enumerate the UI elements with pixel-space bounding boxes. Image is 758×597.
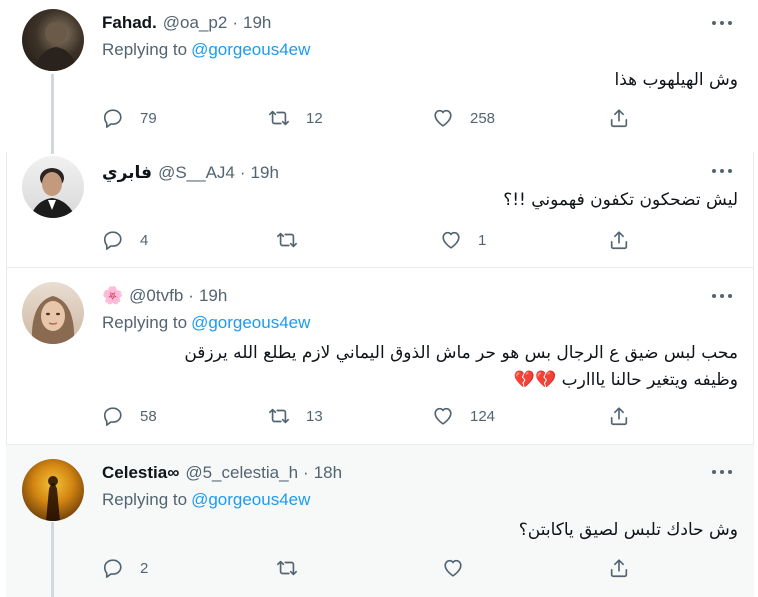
- like-count: 258: [470, 109, 496, 127]
- retweet-icon: [269, 110, 289, 126]
- replying-to-mention[interactable]: @gorgeous4ew: [191, 490, 310, 509]
- retweet-count: 13: [306, 407, 323, 425]
- user-handle[interactable]: @oa_p2: [163, 13, 228, 33]
- more-icon[interactable]: [712, 166, 732, 176]
- tweet-text-line: محب لبس ضيق ع الرجال بس هو حر ماش الذوق …: [184, 343, 738, 363]
- more-icon[interactable]: [712, 467, 732, 477]
- separator-dot: ·: [232, 13, 238, 32]
- reply-icon: [103, 407, 122, 426]
- display-name[interactable]: فابري: [102, 163, 152, 183]
- replying-to-mention[interactable]: @gorgeous4ew: [191, 40, 310, 59]
- replying-to: Replying to @gorgeous4ew: [102, 490, 310, 510]
- heart-icon: [444, 559, 462, 577]
- separator-dot: ·: [188, 286, 194, 305]
- reply-count: 4: [140, 231, 149, 249]
- display-name[interactable]: Fahad.: [102, 13, 157, 33]
- reply-count: 58: [140, 407, 157, 425]
- share-button[interactable]: [608, 556, 630, 580]
- like-button[interactable]: [442, 556, 464, 580]
- retweet-button[interactable]: 12: [268, 106, 323, 130]
- reply-count: 2: [140, 559, 149, 577]
- share-icon: [610, 407, 628, 426]
- tweet-header: 🌸 @0tvfb · 19h: [102, 285, 227, 307]
- avatar-image: [30, 168, 76, 218]
- thread-line: [51, 74, 54, 154]
- timestamp[interactable]: 18h: [314, 463, 342, 483]
- like-button[interactable]: 124: [432, 404, 495, 428]
- tweet-divider: [6, 267, 754, 268]
- share-icon: [610, 109, 628, 128]
- reply-button[interactable]: 4: [102, 228, 148, 252]
- replying-to-mention[interactable]: @gorgeous4ew: [191, 313, 310, 332]
- retweet-icon: [277, 560, 297, 576]
- avatar[interactable]: [22, 282, 84, 344]
- replying-to: Replying to @gorgeous4ew: [102, 40, 310, 60]
- reply-button[interactable]: 2: [102, 556, 148, 580]
- user-handle[interactable]: @5_celestia_h: [185, 463, 298, 483]
- tweet-text: محب لبس ضيق ع الرجال بس هو حر ماش الذوق …: [184, 340, 738, 394]
- separator-dot: ·: [303, 463, 309, 482]
- like-count: 124: [470, 407, 496, 425]
- reply-button[interactable]: 58: [102, 404, 157, 428]
- more-icon[interactable]: [712, 18, 732, 28]
- tweet-text: ليش تضحكون تكفون فهموني !!؟: [503, 187, 738, 214]
- tweet-header: Fahad. @oa_p2 · 19h: [102, 12, 271, 34]
- replying-to-label: Replying to: [102, 313, 188, 332]
- retweet-count: 12: [306, 109, 323, 127]
- timestamp[interactable]: 19h: [243, 13, 271, 33]
- replying-to: Replying to @gorgeous4ew: [102, 313, 310, 333]
- avatar[interactable]: [22, 9, 84, 71]
- retweet-icon: [277, 232, 297, 248]
- retweet-button[interactable]: [276, 556, 298, 580]
- tweet-text-line: وظيفه ويتغير حالنا يااارب 💔💔: [513, 370, 738, 390]
- replying-to-label: Replying to: [102, 40, 188, 59]
- display-name-emoji[interactable]: 🌸: [102, 286, 123, 306]
- separator-dot: ·: [239, 163, 246, 182]
- thread-line: [51, 522, 54, 597]
- tweet-text: وش الهيلهوب هذا: [615, 67, 739, 94]
- avatar[interactable]: [22, 459, 84, 521]
- share-icon: [610, 231, 628, 250]
- reply-icon: [103, 231, 122, 250]
- display-name[interactable]: Celestia∞: [102, 463, 179, 483]
- heart-icon: [442, 231, 460, 249]
- retweet-button[interactable]: [276, 228, 298, 252]
- retweet-icon: [269, 408, 289, 424]
- tweet-text-line: ليش تضحكون تكفون فهموني !!؟: [503, 190, 738, 210]
- retweet-button[interactable]: 13: [268, 404, 323, 428]
- share-button[interactable]: [608, 106, 630, 130]
- tweet-text-line: وش حادك تلبس لصيق ياكابتن؟: [518, 520, 738, 540]
- share-icon: [610, 559, 628, 578]
- like-count: 1: [478, 231, 487, 249]
- heart-icon: [434, 407, 452, 425]
- timestamp[interactable]: 19h: [199, 286, 227, 306]
- replying-to-label: Replying to: [102, 490, 188, 509]
- reply-icon: [103, 559, 122, 578]
- avatar-image: [34, 22, 78, 71]
- tweet-header: Celestia∞ @5_celestia_h · 18h: [102, 462, 342, 484]
- user-handle[interactable]: @S__AJ4: [158, 163, 235, 183]
- reply-icon: [103, 109, 122, 128]
- heart-icon: [434, 109, 452, 127]
- avatar[interactable]: [22, 156, 84, 218]
- like-button[interactable]: 258: [432, 106, 495, 130]
- reply-count: 79: [140, 109, 157, 127]
- like-button[interactable]: 1: [440, 228, 486, 252]
- tweet-text: وش حادك تلبس لصيق ياكابتن؟: [519, 517, 738, 544]
- share-button[interactable]: [608, 404, 630, 428]
- user-handle[interactable]: @0tvfb: [129, 286, 183, 306]
- reply-button[interactable]: 79: [102, 106, 157, 130]
- timestamp[interactable]: 19h: [251, 163, 279, 183]
- share-button[interactable]: [608, 228, 630, 252]
- tweet-divider: [6, 444, 754, 445]
- tweet-text-line: وش الهيلهوب هذا: [614, 70, 739, 90]
- tweet-header: فابري @S__AJ4 · 19h: [102, 162, 279, 184]
- avatar-image: [46, 476, 60, 521]
- avatar-image: [31, 296, 75, 344]
- more-icon[interactable]: [712, 291, 732, 301]
